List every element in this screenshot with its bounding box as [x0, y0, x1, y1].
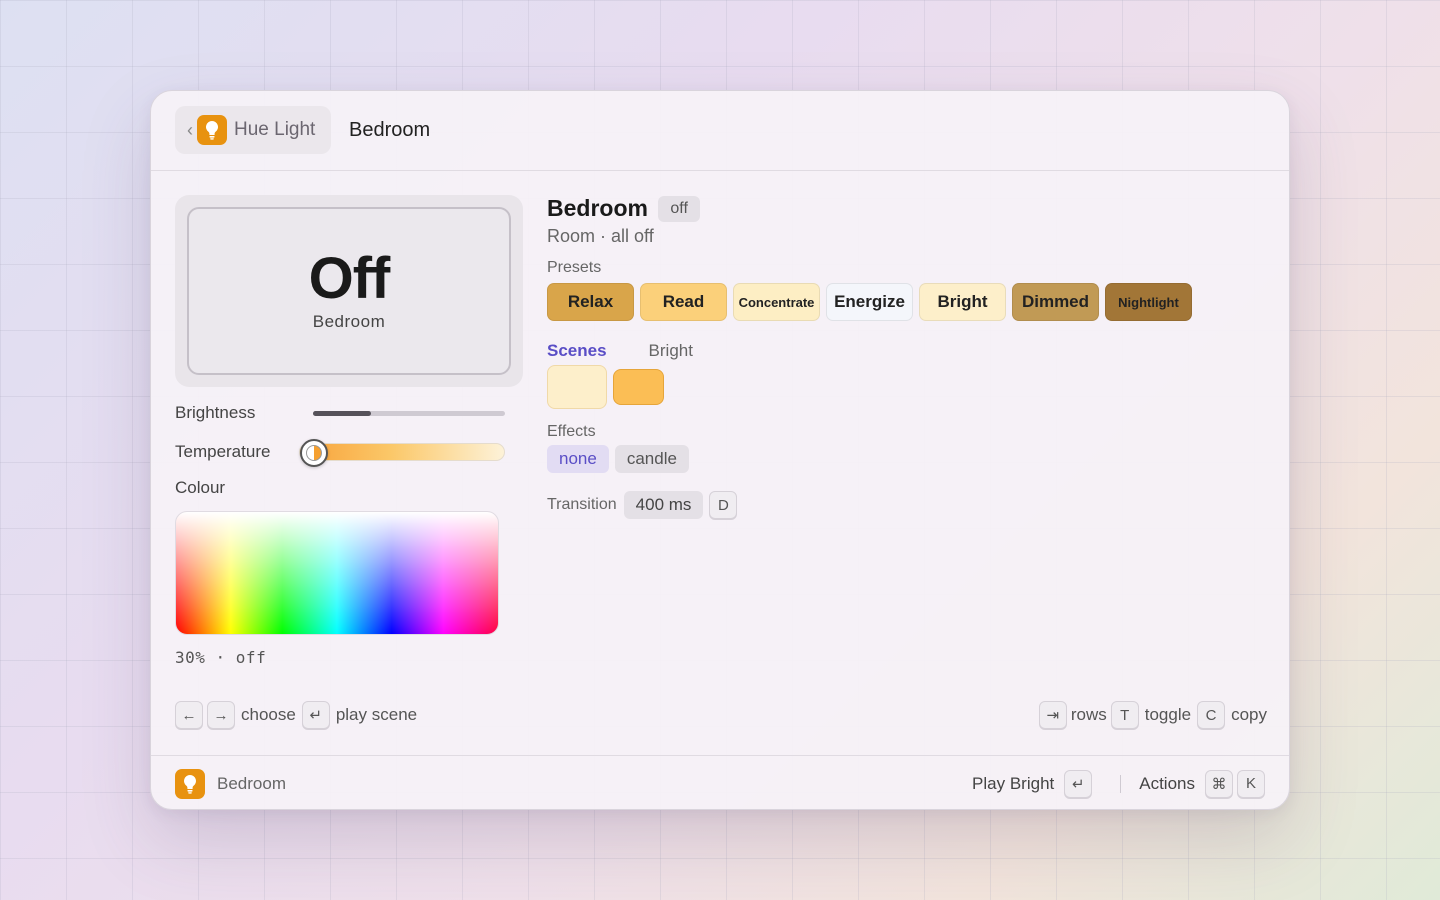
enter-key: ↵	[301, 701, 330, 729]
hint-choose: choose	[241, 705, 296, 724]
power-state: Off	[308, 246, 391, 311]
preset-bright[interactable]: Bright	[919, 283, 1006, 321]
lightbulb-icon	[175, 768, 205, 799]
temperature-row: Temperature	[175, 439, 505, 467]
hint-play-scene: play scene	[335, 705, 418, 724]
arrow-right-key: →	[207, 701, 235, 729]
transition-row: Transition 400 ms D	[547, 491, 1247, 519]
action-bar: Bedroom Play Bright ↵ Actions ⌘ K	[151, 755, 1289, 809]
presets-label: Presets	[547, 259, 602, 276]
footer-title: Bedroom	[217, 773, 286, 793]
effects-label: Effects	[547, 423, 596, 440]
k-key: K	[1237, 769, 1265, 798]
light-details: Bedroom off Room · all off Presets Relax…	[547, 195, 1247, 519]
preset-relax[interactable]: Relax	[547, 283, 634, 321]
hint-toggle: toggle	[1144, 705, 1192, 724]
preset-nightlight[interactable]: Nightlight	[1105, 283, 1192, 321]
hints-right: ⇥ rows T toggle C copy	[1038, 701, 1267, 729]
play-bright-button[interactable]: Play Bright	[972, 774, 1054, 794]
transition-key: D	[709, 491, 738, 519]
effects-list: none candle	[547, 445, 1247, 473]
actions-button[interactable]: Actions	[1139, 774, 1195, 794]
brightness-row: Brightness	[175, 403, 505, 423]
brightness-fill	[313, 410, 371, 416]
preset-energize[interactable]: Energize	[826, 283, 913, 321]
scene-swatch-bright[interactable]	[547, 365, 607, 409]
preset-dimmed[interactable]: Dimmed	[1012, 283, 1099, 321]
hint-rows: rows	[1070, 705, 1107, 724]
half-circle-icon	[306, 445, 322, 461]
room-subtitle: Room · all off	[547, 226, 654, 246]
status-card[interactable]: Off Bedroom	[175, 195, 523, 387]
effect-candle[interactable]: candle	[614, 445, 689, 473]
preset-list: Relax Read Concentrate Energize Bright D…	[547, 283, 1247, 321]
c-key: C	[1197, 701, 1226, 729]
tab-scenes[interactable]: Scenes	[547, 341, 607, 361]
temperature-label: Temperature	[175, 442, 271, 461]
effect-none[interactable]: none	[547, 445, 609, 473]
scenes-header: Scenes Bright	[547, 341, 1247, 361]
lightbulb-icon	[197, 115, 227, 145]
brightness-label: Brightness	[175, 403, 256, 422]
page-title: Bedroom	[349, 119, 431, 141]
status-room: Bedroom	[312, 312, 386, 331]
transition-value[interactable]: 400 ms	[623, 491, 704, 519]
temperature-handle[interactable]	[300, 439, 328, 467]
arrow-left-key: ←	[175, 701, 203, 729]
active-scene: Bright	[648, 341, 693, 360]
extension-window: ‹ Hue Light Bedroom Off Bedroom Brightne…	[150, 90, 1290, 810]
light-summary: 30% · off	[175, 648, 267, 667]
enter-key: ↵	[1064, 769, 1093, 798]
tab-key: ⇥	[1038, 701, 1067, 729]
colour-picker[interactable]	[175, 511, 499, 635]
divider	[1120, 774, 1122, 793]
back-label: Hue Light	[234, 119, 316, 140]
preset-concentrate[interactable]: Concentrate	[733, 283, 820, 321]
temperature-slider[interactable]	[299, 439, 505, 467]
command-key: ⌘	[1205, 769, 1233, 798]
status-badge: off	[658, 196, 700, 222]
back-button[interactable]: ‹ Hue Light	[175, 106, 331, 154]
header: ‹ Hue Light Bedroom	[151, 91, 1289, 171]
transition-label: Transition	[547, 496, 617, 513]
scene-swatch-warm[interactable]	[613, 369, 664, 405]
hint-copy: copy	[1231, 705, 1267, 724]
keyboard-hints: ← → choose ↵ play scene ⇥ rows T toggle …	[175, 699, 1267, 731]
status-display: Off Bedroom	[187, 207, 511, 375]
colour-label: Colour	[175, 478, 226, 497]
footer-actions: Play Bright ↵ Actions ⌘ K	[972, 769, 1265, 798]
preset-read[interactable]: Read	[640, 283, 727, 321]
t-key: T	[1110, 701, 1139, 729]
scene-swatches	[547, 365, 1247, 409]
brightness-slider[interactable]	[313, 410, 505, 416]
chevron-left-icon: ‹	[187, 119, 193, 140]
light-controls: Off Bedroom Brightness Temperature Colou…	[175, 195, 523, 667]
room-title: Bedroom	[547, 195, 648, 221]
